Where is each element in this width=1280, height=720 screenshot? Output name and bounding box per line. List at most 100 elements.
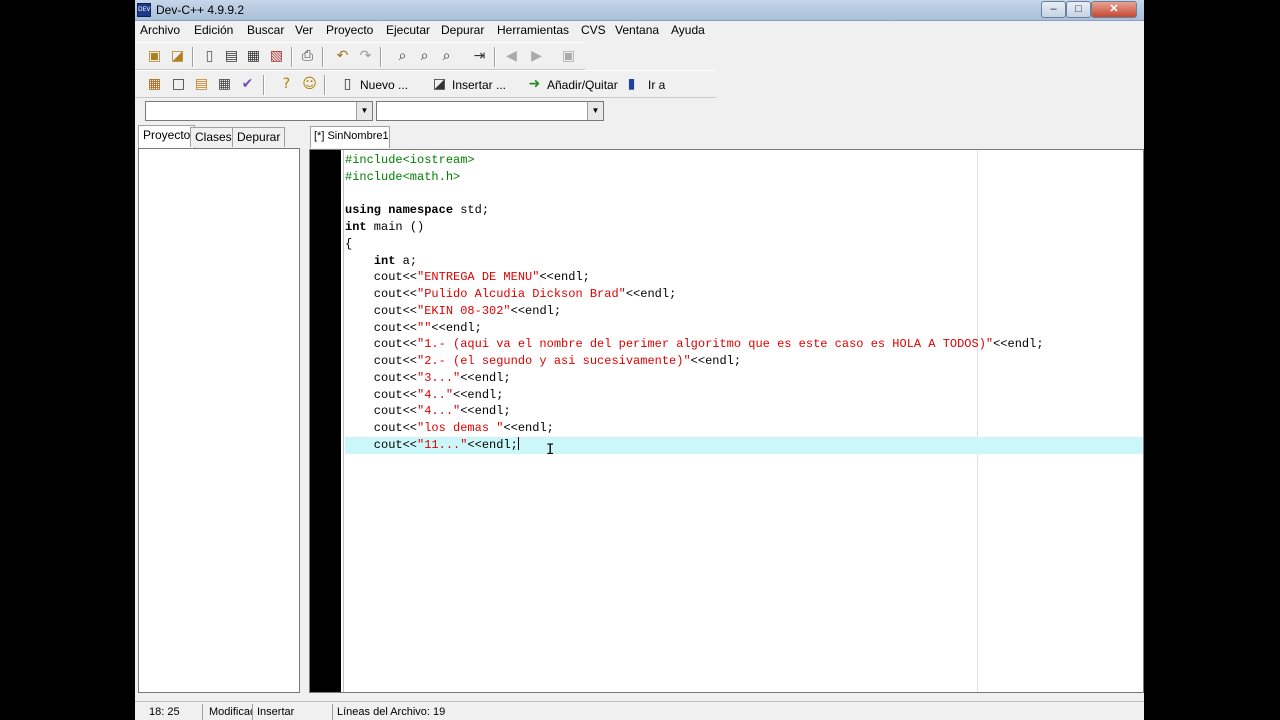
find-next-icon[interactable]: ⌕ bbox=[438, 48, 455, 65]
project-tree-panel[interactable] bbox=[138, 148, 300, 693]
bookmark-next-icon[interactable]: ▶ bbox=[528, 48, 545, 65]
code-text: <<endl; bbox=[503, 421, 554, 435]
tab-clases[interactable]: Clases bbox=[190, 127, 237, 147]
insert-icon[interactable]: ◪ bbox=[431, 76, 448, 93]
goto-line-icon[interactable]: ⇥ bbox=[471, 48, 488, 65]
code-line[interactable]: int a; bbox=[345, 253, 1143, 270]
about-icon[interactable]: ☺ bbox=[301, 76, 318, 93]
file-lines-count: Líneas del Archivo: 19 bbox=[337, 706, 446, 718]
string-literal: "2.- (el segundo y asi sucesivamente)" bbox=[417, 354, 691, 368]
menu-archivo[interactable]: Archivo bbox=[140, 23, 180, 37]
string-literal: "Pulido Alcudia Dickson Brad" bbox=[417, 287, 626, 301]
code-line[interactable]: cout<<"Pulido Alcudia Dickson Brad"<<end… bbox=[345, 286, 1143, 303]
editor-gutter bbox=[310, 150, 341, 692]
menu-buscar[interactable]: Buscar bbox=[247, 23, 284, 37]
nuevo-button[interactable]: Nuevo ... bbox=[360, 78, 408, 92]
print-icon[interactable]: ⎙ bbox=[299, 48, 316, 65]
menu-ejecutar[interactable]: Ejecutar bbox=[386, 23, 430, 37]
string-literal: "4.." bbox=[417, 387, 454, 402]
panel-splitter[interactable] bbox=[301, 124, 307, 694]
code-line[interactable]: cout<<""<<endl; bbox=[345, 320, 1143, 337]
menu-proyecto[interactable]: Proyecto bbox=[326, 23, 373, 37]
string-literal: "EKIN 08-302" bbox=[417, 303, 511, 318]
toolbar-separator bbox=[380, 47, 382, 67]
new-file-icon[interactable]: ▯ bbox=[201, 48, 218, 65]
code-line[interactable]: #include<math.h> bbox=[345, 169, 1143, 186]
save-all-icon[interactable]: ▦ bbox=[245, 48, 262, 65]
code-line[interactable]: #include<iostream> bbox=[345, 152, 1143, 169]
goto-icon[interactable]: ▮ bbox=[623, 76, 640, 93]
code-line[interactable]: using namespace std; bbox=[345, 202, 1143, 219]
code-text: cout<< bbox=[345, 320, 418, 335]
menu-ventana[interactable]: Ventana bbox=[615, 23, 659, 37]
menu-herramientas[interactable]: Herramientas bbox=[497, 23, 569, 37]
find-icon[interactable]: ⌕ bbox=[394, 48, 411, 65]
code-text: { bbox=[345, 236, 353, 251]
toolbar-separator bbox=[291, 47, 293, 67]
tab-depurar[interactable]: Depurar bbox=[232, 127, 286, 147]
code-line[interactable]: cout<<"2.- (el segundo y asi sucesivamen… bbox=[345, 353, 1143, 370]
code-line[interactable]: cout<<"ENTREGA DE MENU"<<endl; bbox=[345, 269, 1143, 286]
insertar-button[interactable]: Insertar ... bbox=[452, 78, 506, 92]
compile-icon[interactable]: ▦ bbox=[146, 76, 163, 93]
code-text: cout<< bbox=[345, 421, 418, 435]
ir-a-button[interactable]: Ir a bbox=[648, 78, 665, 92]
compile-run-icon[interactable]: ▤ bbox=[193, 76, 210, 93]
code-text: cout<< bbox=[345, 337, 418, 352]
member-combo[interactable]: ▼ bbox=[376, 101, 604, 121]
anadir-quitar-button[interactable]: Añadir/Quitar bbox=[547, 78, 618, 92]
check-icon[interactable]: ✔ bbox=[239, 76, 256, 93]
insert-mode: Insertar bbox=[253, 704, 333, 720]
project-icon[interactable]: ▣ bbox=[146, 48, 163, 65]
replace-icon[interactable]: ⌕ bbox=[416, 48, 433, 65]
code-line[interactable]: cout<<"4..."<<endl; bbox=[345, 403, 1143, 420]
open-project-icon[interactable]: ◪ bbox=[169, 48, 186, 65]
menu-ayuda[interactable]: Ayuda bbox=[671, 23, 705, 37]
menu-ver[interactable]: Ver bbox=[295, 23, 313, 37]
code-line[interactable]: cout<<"11..."<<endl; bbox=[345, 436, 1143, 454]
code-line[interactable] bbox=[345, 186, 1143, 203]
string-literal: "" bbox=[417, 320, 432, 335]
save-icon[interactable]: ▤ bbox=[223, 48, 240, 65]
chevron-down-icon[interactable]: ▼ bbox=[356, 102, 372, 120]
rebuild-icon[interactable]: ▦ bbox=[216, 76, 233, 93]
code-line[interactable]: cout<<"4.."<<endl; bbox=[345, 387, 1143, 404]
code-editor[interactable]: #include<iostream> #include<math.h> using … bbox=[309, 149, 1144, 693]
keyword: using namespace bbox=[345, 203, 454, 218]
add-remove-icon[interactable]: ➜ bbox=[526, 76, 543, 93]
minimize-button[interactable]: – bbox=[1041, 1, 1066, 18]
class-combo[interactable]: ▼ bbox=[145, 101, 373, 121]
editor-tab[interactable]: [*] SinNombre1 bbox=[310, 126, 390, 148]
code-line[interactable]: cout<<"1.- (aqui va el nombre del perime… bbox=[345, 336, 1143, 353]
bookmark-prev-icon[interactable]: ◀ bbox=[503, 48, 520, 65]
chevron-down-icon[interactable]: ▼ bbox=[587, 102, 603, 120]
maximize-button[interactable]: □ bbox=[1066, 1, 1091, 18]
redo-icon[interactable]: ↷ bbox=[357, 48, 374, 65]
app-icon: DEV bbox=[137, 3, 151, 17]
string-literal: "ENTREGA DE MENU" bbox=[417, 270, 540, 285]
undo-icon[interactable]: ↶ bbox=[334, 48, 351, 65]
code-line[interactable]: cout<<"los demas "<<endl; bbox=[345, 420, 1143, 437]
close-button[interactable]: ✕ bbox=[1091, 1, 1137, 18]
code-line[interactable]: cout<<"3..."<<endl; bbox=[345, 370, 1143, 387]
run-icon[interactable]: □ bbox=[170, 76, 187, 93]
code-line[interactable]: int main () bbox=[345, 219, 1143, 236]
bookmark-icon[interactable]: ▣ bbox=[560, 48, 577, 65]
menu-depurar[interactable]: Depurar bbox=[441, 23, 484, 37]
code-text: <<endl; bbox=[453, 387, 504, 402]
preprocessor-directive: #include<iostream> bbox=[345, 153, 475, 167]
code-area[interactable]: #include<iostream> #include<math.h> using … bbox=[345, 152, 1143, 454]
new-class-icon[interactable]: ▯ bbox=[339, 76, 356, 93]
code-line[interactable]: { bbox=[345, 236, 1143, 253]
menu-cvs[interactable]: CVS bbox=[581, 23, 606, 37]
help-icon[interactable]: ? bbox=[278, 76, 295, 93]
code-text: std; bbox=[453, 203, 490, 218]
close-file-icon[interactable]: ▧ bbox=[268, 48, 285, 65]
editor-gutter-margin bbox=[341, 150, 344, 692]
code-line[interactable]: cout<<"EKIN 08-302"<<endl; bbox=[345, 303, 1143, 320]
tab-proyecto[interactable]: Proyecto bbox=[138, 125, 196, 148]
code-text: <<endl; bbox=[460, 404, 511, 419]
menu-edicion[interactable]: Edición bbox=[194, 23, 233, 37]
toolbar-separator bbox=[192, 47, 194, 67]
